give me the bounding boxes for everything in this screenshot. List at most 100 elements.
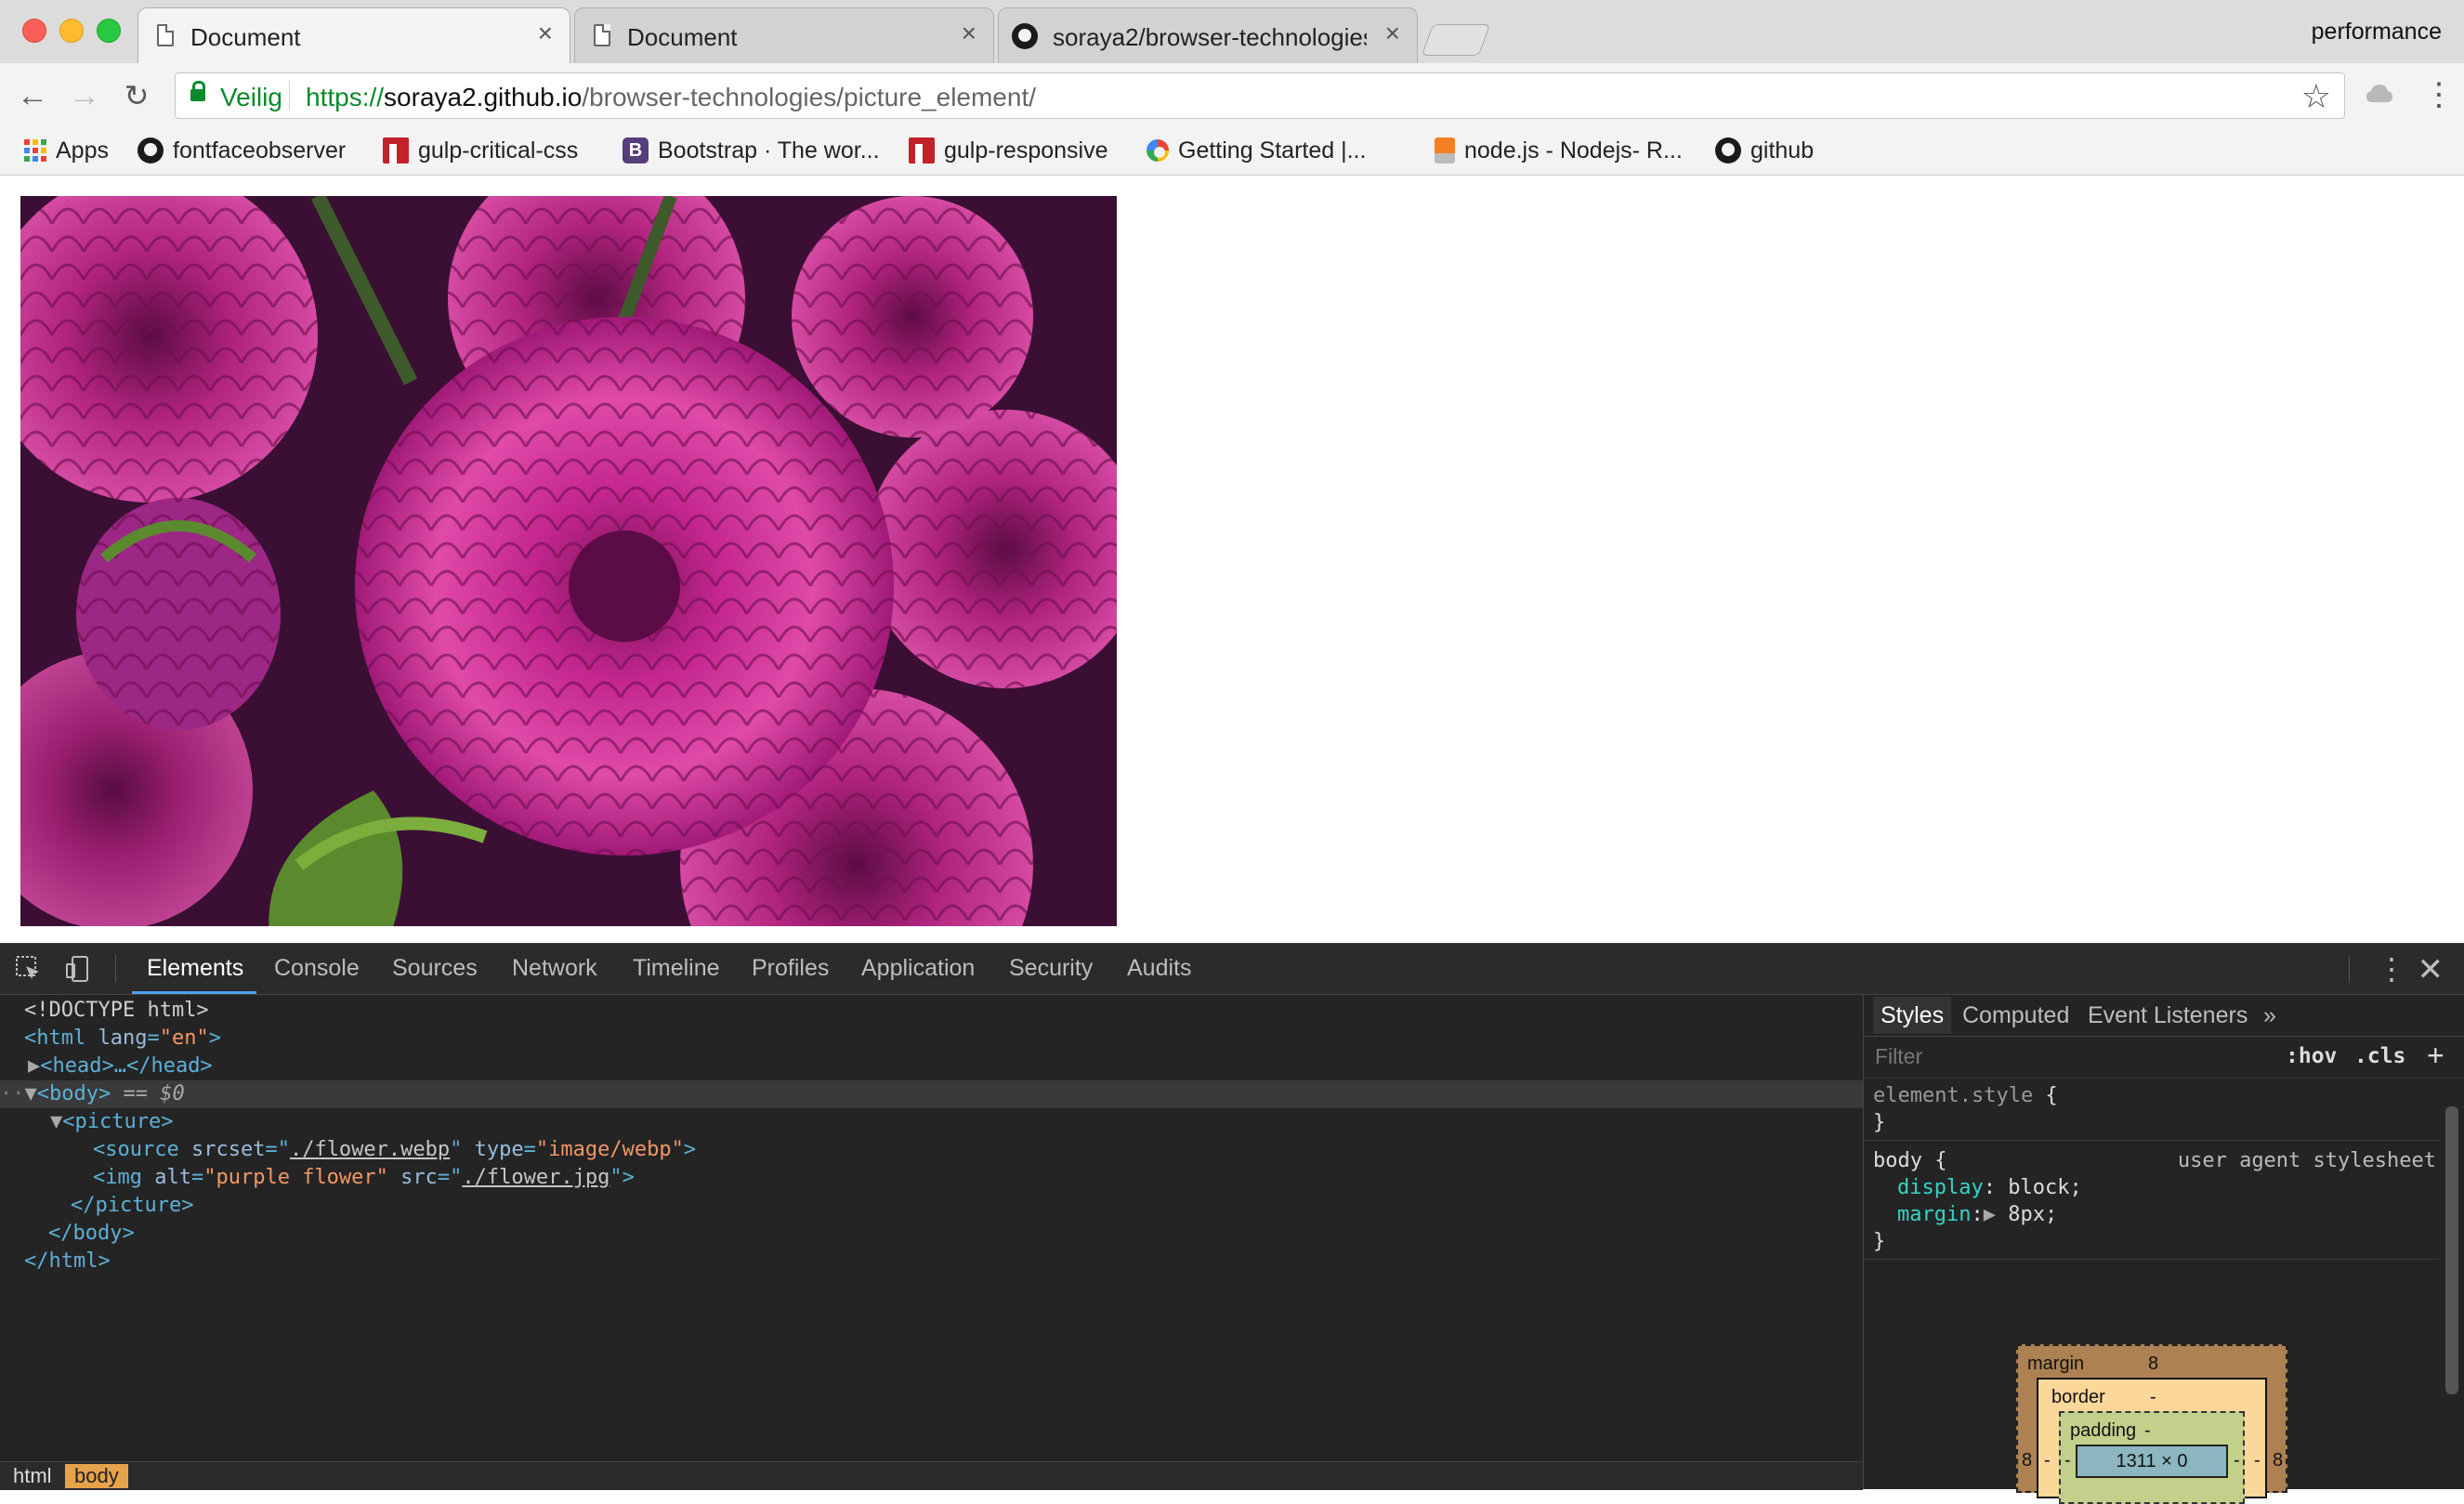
attr-value: "purple flower" [203,1166,388,1189]
box-model-margin-value[interactable]: 8 [2148,1354,2158,1375]
inspect-element-icon[interactable] [15,955,43,983]
more-tabs-icon[interactable]: » [2263,1002,2276,1029]
tab-application[interactable]: Application [861,955,975,982]
rule-element-style[interactable]: element.style { [1873,1082,2058,1109]
dom-node-source[interactable]: <source srcset="./flower.webp" type="ima… [93,1136,696,1164]
tab-sources[interactable]: Sources [392,955,478,982]
devtools-toolbar: Elements Console Sources Network Timelin… [0,944,2464,995]
add-rule-icon[interactable]: + [2427,1039,2444,1073]
box-model-border-value[interactable]: - [2150,1387,2156,1408]
box-model-border-left[interactable]: - [2044,1450,2051,1471]
tab-event-listeners[interactable]: Event Listeners [2088,1002,2248,1029]
tab-styles[interactable]: Styles [1873,997,1952,1034]
bookmark-apps[interactable]: Apps [24,132,109,169]
dom-close-html[interactable]: </html> [24,1248,111,1275]
url-text[interactable]: https://soraya2.github.io/browser-techno… [306,83,1036,112]
window-minimize-button[interactable] [59,19,84,43]
box-model-padding-value[interactable]: - [2144,1420,2151,1442]
dom-node-body[interactable]: ··▼<body> == $0 [0,1080,1863,1108]
collapse-triangle-icon[interactable]: ▼ [25,1082,37,1105]
tab-network[interactable]: Network [512,955,597,982]
device-toolbar-icon[interactable] [65,955,93,983]
bookmark-gulp-responsive[interactable]: gulp-responsive [909,132,1108,169]
close-tab-icon[interactable]: × [1385,20,1400,47]
dom-node-html[interactable]: <html lang="en"> [24,1025,221,1053]
tab-document-2[interactable]: Document × [574,7,994,63]
box-model-margin-left[interactable]: 8 [2022,1450,2032,1471]
lock-icon [190,81,205,101]
tab-audits[interactable]: Audits [1127,955,1191,982]
collapse-triangle-icon[interactable]: ▼ [50,1110,62,1133]
reload-icon[interactable]: ↻ [117,76,156,115]
github-icon [138,137,164,163]
bookmark-fontfaceobserver[interactable]: fontfaceobserver [138,132,346,169]
window-close-button[interactable] [22,19,46,43]
devtools-menu-icon[interactable]: ⋮ [2377,951,2406,987]
close-tab-icon[interactable]: × [962,20,976,47]
declaration-margin[interactable]: margin:▶ 8px; [1897,1201,2057,1228]
box-model-padding-left[interactable]: - [2064,1450,2071,1471]
tab-security[interactable]: Security [1009,955,1093,982]
document-icon [157,24,174,46]
box-model-margin-right[interactable]: 8 [2273,1450,2283,1471]
secure-label[interactable]: Veilig [220,83,282,112]
rule-body[interactable]: body { [1873,1147,1946,1174]
styles-filter-row: Filter :hov .cls + [1864,1037,2464,1079]
dom-close-picture[interactable]: </picture> [71,1192,193,1220]
breadcrumb-html[interactable]: html [4,1464,61,1488]
tab-profiles[interactable]: Profiles [752,955,829,982]
attr-name: alt [154,1166,191,1189]
profile-name[interactable]: performance [2312,19,2442,46]
expand-triangle-icon[interactable]: ▶ [28,1054,40,1078]
back-arrow-icon[interactable]: ← [13,76,52,115]
github-icon [1012,23,1038,49]
srcset-link[interactable]: ./flower.webp [290,1138,450,1161]
npm-icon [909,137,935,163]
breadcrumb-body[interactable]: body [65,1464,128,1488]
property-name: margin [1897,1203,1972,1226]
bookmark-star-icon[interactable]: ☆ [2301,77,2331,116]
new-tab-button[interactable] [1421,24,1491,56]
window-maximize-button[interactable] [97,19,121,43]
dom-node-picture[interactable]: ▼<picture> [50,1108,173,1136]
styles-filter-input[interactable]: Filter [1875,1044,1922,1069]
bookmark-getting-started[interactable]: Getting Started |... [1147,132,1366,169]
tab-document-1[interactable]: Document × [138,7,570,63]
bookmarks-bar: Apps fontfaceobserver gulp-critical-css … [0,128,2464,176]
tab-console[interactable]: Console [274,955,360,982]
styles-sidebar: Styles Computed Event Listeners » Filter… [1863,995,2464,1504]
address-bar[interactable]: Veilig https://soraya2.github.io/browser… [175,72,2345,119]
dom-node-head[interactable]: ▶<head>…</head> [28,1053,213,1080]
forward-arrow-icon[interactable]: → [65,76,104,115]
box-model-padding-right[interactable]: - [2234,1450,2240,1471]
tab-elements[interactable]: Elements [147,955,243,982]
src-link[interactable]: ./flower.jpg [462,1166,609,1189]
page-viewport [0,176,2464,943]
declaration-display[interactable]: display: block; [1897,1174,2082,1201]
rule-selector: body [1873,1149,1922,1172]
tab-computed[interactable]: Computed [1962,1002,2069,1029]
bookmark-github[interactable]: github [1715,132,1814,169]
bookmark-nodejs[interactable]: node.js - Nodejs- R... [1435,132,1683,169]
box-model-border-label: border [2051,1387,2105,1407]
class-toggle[interactable]: .cls [2354,1044,2405,1068]
browser-menu-icon[interactable]: ⋮ [2423,78,2455,111]
bookmark-label: gulp-critical-css [418,137,579,163]
close-tab-icon[interactable]: × [538,20,553,47]
dom-close-body[interactable]: </body> [48,1220,135,1248]
tab-timeline[interactable]: Timeline [633,955,720,982]
bookmark-gulp-critical-css[interactable]: gulp-critical-css [383,132,578,169]
expand-triangle-icon[interactable]: ▶ [1984,1203,1996,1226]
dom-node-img[interactable]: <img alt="purple flower" src="./flower.j… [93,1164,635,1192]
divider [289,81,290,111]
cloud-extension-icon[interactable] [2366,84,2393,104]
dom-doctype[interactable]: <!DOCTYPE html> [24,997,209,1025]
box-model-content-size[interactable]: 1311 × 0 [2076,1445,2228,1478]
bookmark-bootstrap[interactable]: B Bootstrap · The wor... [623,132,880,169]
attr-name: type [474,1138,524,1161]
box-model-border-right[interactable]: - [2254,1450,2261,1471]
hover-state-toggle[interactable]: :hov [2286,1044,2337,1068]
sidebar-scrollbar[interactable] [2445,1106,2458,1394]
close-devtools-icon[interactable]: ✕ [2418,951,2444,988]
tab-github-repo[interactable]: soraya2/browser-technologies × [998,7,1418,63]
